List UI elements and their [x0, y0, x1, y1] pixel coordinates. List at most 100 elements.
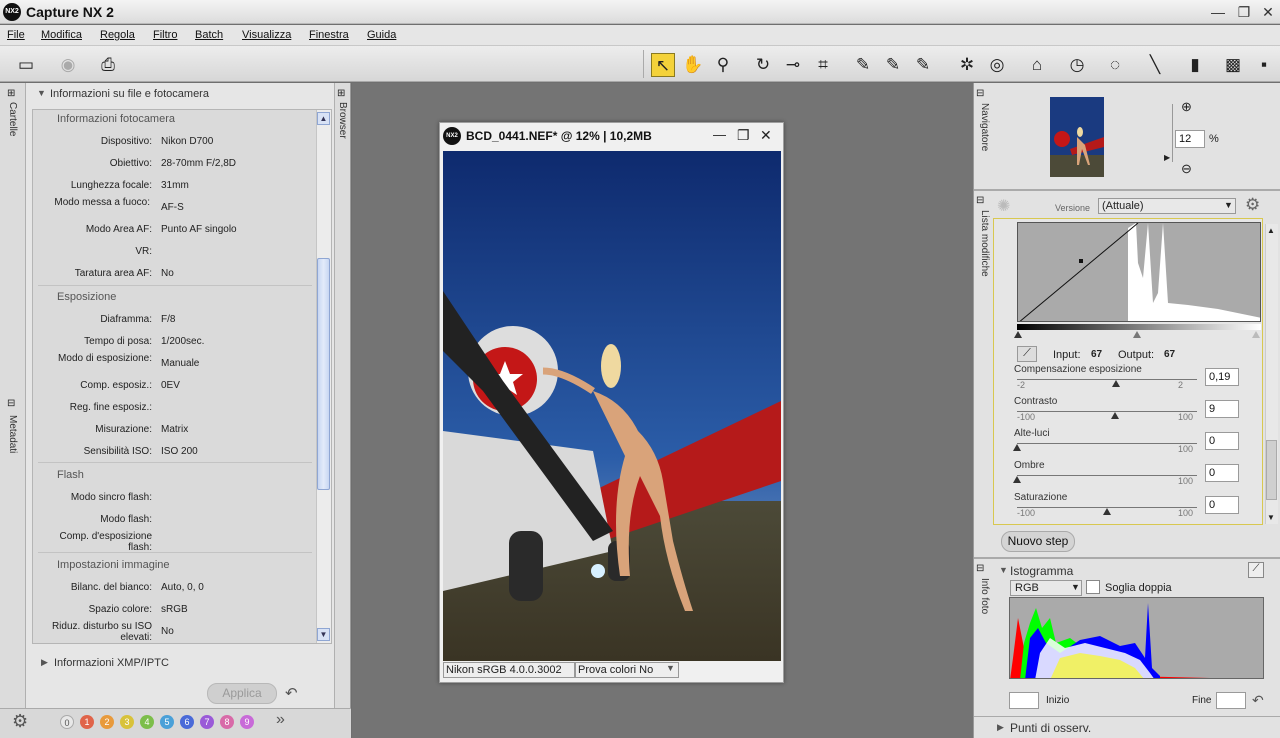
curve-tool-icon[interactable]: ⟋ — [1017, 346, 1037, 362]
gradient-icon[interactable]: ▮ — [1183, 53, 1207, 77]
panel-header[interactable]: Informazioni su file e fotocamera — [50, 88, 209, 100]
label-dot-6[interactable]: 6 — [180, 715, 194, 729]
brush-icon[interactable]: ╲ — [1143, 53, 1167, 77]
menu-modifica[interactable]: Modifica — [41, 29, 82, 41]
chevron-down-icon[interactable]: ▼ — [666, 663, 675, 673]
reset-icon[interactable]: ↶ — [1252, 692, 1264, 709]
slider-value-input[interactable] — [1205, 496, 1239, 514]
menu-visualizza[interactable]: Visualizza — [242, 29, 291, 41]
minimize-button[interactable]: — — [1207, 3, 1229, 21]
scroll-up-icon[interactable]: ▲ — [1267, 226, 1275, 235]
menu-guida[interactable]: Guida — [367, 29, 396, 41]
slider-value-input[interactable] — [1205, 368, 1239, 386]
expanded-triangle-icon[interactable]: ▼ — [37, 88, 46, 98]
lasso-icon[interactable]: ◌ — [1103, 53, 1127, 77]
close-button[interactable]: ✕ — [1257, 3, 1279, 21]
chevron-down-icon[interactable]: ▼ — [1071, 582, 1080, 592]
red-eye-icon[interactable]: ✲ — [955, 53, 979, 77]
eyedropper-white-icon[interactable]: ✎ — [911, 53, 935, 77]
new-step-button[interactable]: Nuovo step — [1001, 531, 1075, 552]
fill-icon[interactable]: ▩ — [1221, 53, 1245, 77]
label-dot-1[interactable]: 1 — [80, 715, 94, 729]
menu-finestra[interactable]: Finestra — [309, 29, 349, 41]
eyedropper-gray-icon[interactable]: ✎ — [881, 53, 905, 77]
tab-metadati[interactable]: Metadati — [7, 415, 18, 453]
collapse-icon[interactable]: ⊟ — [976, 195, 984, 206]
watch-points-title[interactable]: Punti di osserv. — [1010, 721, 1091, 735]
label-dot-8[interactable]: 8 — [220, 715, 234, 729]
photo-canvas[interactable] — [443, 151, 781, 661]
menu-batch[interactable]: Batch — [195, 29, 223, 41]
tab-navigatore[interactable]: Navigatore — [976, 103, 990, 151]
slider-value-input[interactable] — [1205, 464, 1239, 482]
label-dot-2[interactable]: 2 — [100, 715, 114, 729]
rotate-icon[interactable]: ↻ — [751, 53, 775, 77]
curves-graph[interactable] — [1017, 222, 1261, 322]
menu-file[interactable]: File — [7, 29, 25, 41]
scrollbar-thumb[interactable] — [317, 258, 330, 490]
undo-icon[interactable]: ↶ — [285, 684, 298, 702]
layout-icon[interactable]: ▭ — [14, 53, 38, 77]
expand-icon[interactable]: ⊞ — [337, 88, 345, 99]
slider-value-input[interactable] — [1205, 400, 1239, 418]
gear-icon[interactable]: ⚙ — [12, 711, 28, 732]
chevron-down-icon[interactable]: ▼ — [1224, 200, 1233, 210]
double-chevron-icon[interactable]: » — [276, 711, 285, 729]
slider-value-input[interactable] — [1205, 432, 1239, 450]
slider-handle[interactable] — [1103, 508, 1111, 515]
scroll-down-icon[interactable]: ▼ — [317, 628, 330, 641]
crop-icon[interactable]: ⌗ — [811, 53, 835, 77]
tag-icon[interactable]: ⌂ — [1025, 53, 1049, 77]
collapse-icon[interactable]: ⊟ — [7, 398, 15, 409]
print-icon[interactable]: ⎙ — [96, 53, 120, 77]
expanded-triangle-icon[interactable]: ▼ — [999, 565, 1008, 575]
collapse-icon[interactable]: ⊟ — [976, 88, 984, 99]
gear-icon[interactable]: ⚙ — [1245, 195, 1260, 215]
slider-handle[interactable] — [1112, 380, 1120, 387]
label-dot-9[interactable]: 9 — [240, 715, 254, 729]
eyedropper-black-icon[interactable]: ✎ — [851, 53, 875, 77]
zoom-slider-handle[interactable]: ▶ — [1164, 153, 1170, 162]
hand-icon[interactable]: ✋ — [681, 53, 705, 77]
start-input[interactable] — [1009, 692, 1039, 709]
zoom-input[interactable] — [1175, 130, 1205, 148]
camera-icon[interactable]: ◉ — [56, 53, 80, 77]
menu-regola[interactable]: Regola — [100, 29, 135, 41]
zoom-out-icon[interactable]: ⊖ — [1181, 161, 1192, 177]
black-point-handle[interactable] — [1014, 331, 1022, 338]
zoom-in-icon[interactable]: ⊕ — [1181, 99, 1192, 115]
tab-lista-modifiche[interactable]: Lista modifiche — [976, 210, 990, 277]
tab-cartelle[interactable]: Cartelle — [7, 102, 18, 136]
scroll-up-icon[interactable]: ▲ — [317, 112, 330, 125]
soft-proof-select[interactable]: Prova colori No — [575, 662, 679, 678]
apply-button[interactable]: Applica — [207, 683, 277, 704]
slider-handle[interactable] — [1013, 476, 1021, 483]
collapsed-triangle-icon[interactable]: ▶ — [41, 657, 48, 668]
straighten-icon[interactable]: ⊸ — [781, 53, 805, 77]
xmp-header[interactable]: Informazioni XMP/IPTC — [54, 657, 169, 669]
arrow-select-icon[interactable]: ↖ — [651, 53, 675, 77]
label-dot-4[interactable]: 4 — [140, 715, 154, 729]
image-close-button[interactable]: ✕ — [760, 127, 772, 144]
white-point-handle[interactable] — [1252, 331, 1260, 338]
label-dot-5[interactable]: 5 — [160, 715, 174, 729]
histogram-tool-icon[interactable]: ⟋ — [1248, 562, 1264, 578]
label-dot-0[interactable]: 0 — [60, 715, 74, 729]
eye-icon[interactable]: ◎ — [985, 53, 1009, 77]
double-threshold-checkbox[interactable] — [1086, 580, 1100, 594]
navigator-thumbnail[interactable] — [1050, 97, 1104, 177]
image-minimize-button[interactable]: — — [713, 127, 726, 142]
edit-list-scroll-thumb[interactable] — [1266, 440, 1277, 500]
collapse-icon[interactable]: ⊟ — [976, 563, 984, 574]
toolbar-more-icon[interactable]: ▪ — [1252, 53, 1276, 77]
end-input[interactable] — [1216, 692, 1246, 709]
menu-filtro[interactable]: Filtro — [153, 29, 177, 41]
slider-handle[interactable] — [1111, 412, 1120, 419]
collapsed-triangle-icon[interactable]: ▶ — [997, 722, 1004, 733]
control-point-icon[interactable]: ◷ — [1065, 53, 1089, 77]
scroll-down-icon[interactable]: ▼ — [1267, 513, 1275, 522]
slider-handle[interactable] — [1013, 444, 1021, 451]
image-restore-button[interactable]: ❐ — [737, 127, 750, 144]
midpoint-handle[interactable] — [1133, 331, 1141, 338]
label-dot-3[interactable]: 3 — [120, 715, 134, 729]
